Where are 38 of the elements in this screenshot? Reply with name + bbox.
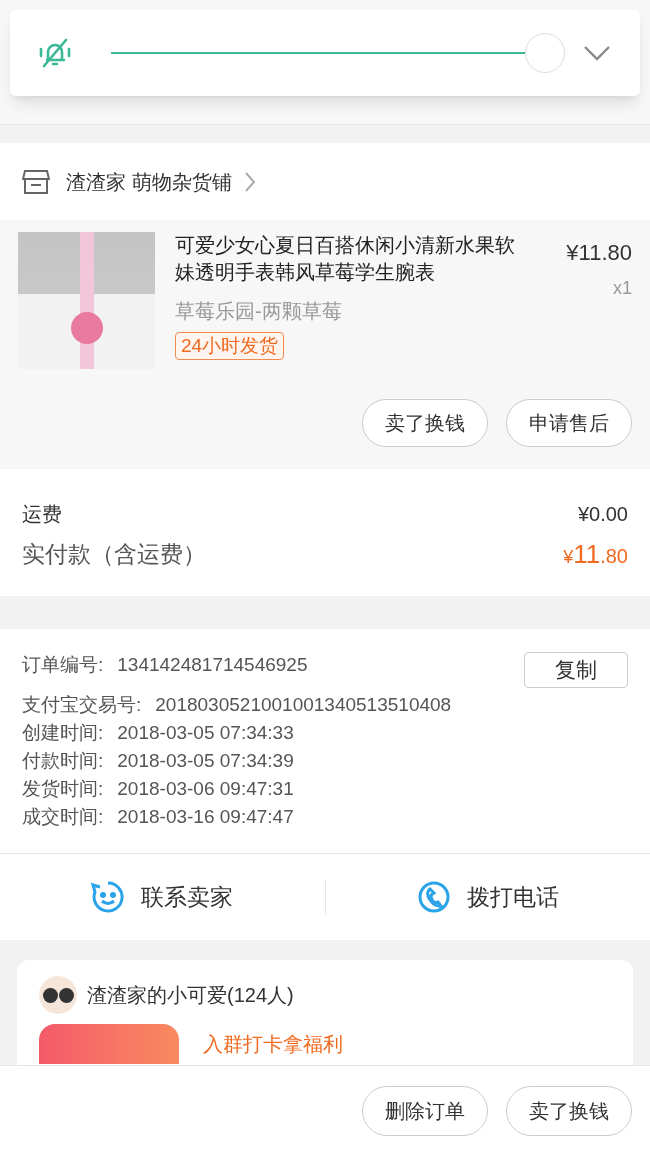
- muted-bell-icon[interactable]: [38, 36, 72, 70]
- info-label: 成交时间:: [22, 804, 104, 829]
- bottom-action-button[interactable]: 卖了换钱: [506, 1085, 632, 1136]
- slider-thumb[interactable]: [525, 33, 565, 73]
- product-variant: 草莓乐园-两颗草莓: [175, 299, 343, 324]
- shop-name[interactable]: 渣渣家 萌物杂货铺: [66, 166, 232, 197]
- total-label: 实付款（含运费）: [22, 539, 206, 569]
- info-value: 134142481714546925: [117, 652, 308, 677]
- chevron-right-icon[interactable]: [243, 170, 256, 193]
- info-label: 付款时间:: [22, 748, 104, 773]
- group-name[interactable]: 渣渣家的小可爱(124人): [87, 980, 294, 1010]
- copy-button[interactable]: 复制: [524, 652, 628, 688]
- shipping-tag: 24小时发货: [175, 332, 285, 360]
- total-amount: ¥11.80: [563, 537, 628, 571]
- item-action-button[interactable]: 申请售后: [506, 399, 632, 447]
- fee-value: ¥0.00: [577, 502, 628, 527]
- info-value: 2018-03-05 07:34:39: [117, 748, 294, 773]
- chevron-down-icon[interactable]: [584, 45, 610, 61]
- info-value: 2018-03-06 09:47:31: [117, 776, 294, 801]
- quantity: x1: [613, 277, 632, 300]
- info-value: 2018-03-16 09:47:47: [117, 804, 294, 829]
- group-avatar-icon: [39, 976, 77, 1014]
- product-price: ¥11.80: [566, 239, 632, 267]
- info-label: 支付宝交易号:: [22, 692, 142, 717]
- info-value: 2018-03-05 07:34:33: [117, 720, 294, 745]
- info-value: 2018030521001001340513510408: [155, 692, 452, 717]
- info-label: 创建时间:: [22, 720, 104, 745]
- item-action-button[interactable]: 卖了换钱: [362, 399, 488, 447]
- chat-face-icon: [91, 880, 126, 914]
- phone-icon: [416, 880, 451, 914]
- fee-label: 运费: [22, 502, 62, 527]
- store-icon: [22, 168, 50, 195]
- product-title[interactable]: 可爱少女心夏日百搭休闲小清新水果软妹透明手表韩风草莓学生腕表: [175, 232, 525, 286]
- info-label: 订单编号:: [22, 652, 104, 677]
- contact-button[interactable]: 联系卖家: [91, 879, 234, 915]
- info-label: 发货时间:: [22, 776, 104, 801]
- bottom-action-button[interactable]: 删除订单: [362, 1085, 488, 1136]
- contact-button[interactable]: 拨打电话: [416, 879, 559, 915]
